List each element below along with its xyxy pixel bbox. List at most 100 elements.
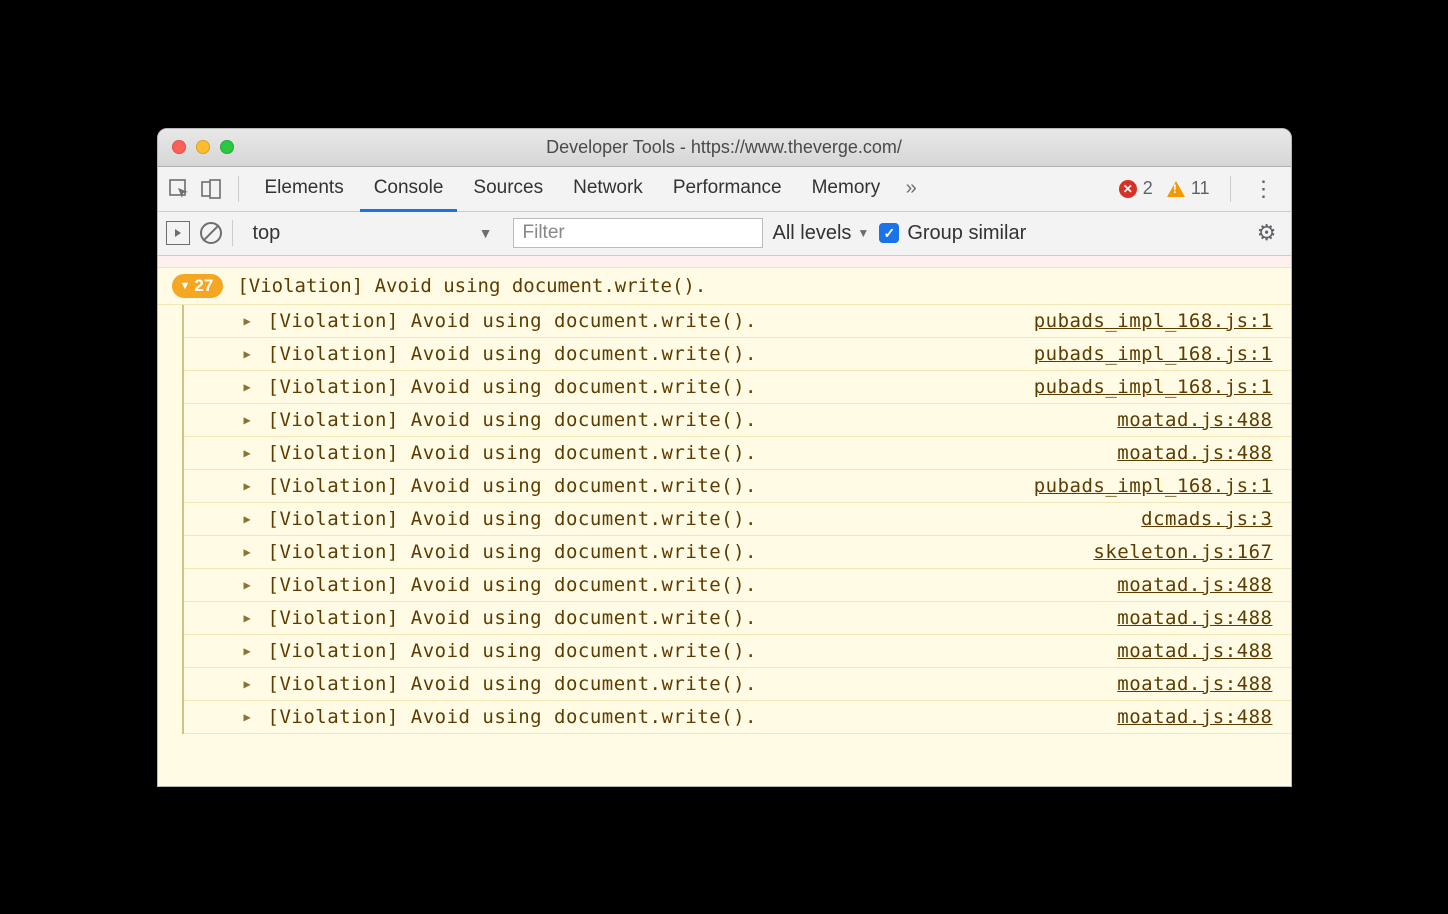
tab-memory[interactable]: Memory: [798, 167, 895, 212]
group-summary: [Violation] Avoid using document.write()…: [237, 275, 706, 297]
log-entry: ▶ [Violation] Avoid using document.write…: [184, 437, 1291, 470]
log-entry: ▶ [Violation] Avoid using document.write…: [184, 569, 1291, 602]
traffic-lights: [172, 140, 234, 154]
log-entry: ▶ [Violation] Avoid using document.write…: [184, 602, 1291, 635]
log-source-link[interactable]: pubads_impl_168.js:1: [1034, 343, 1273, 365]
log-message: [Violation] Avoid using document.write()…: [268, 541, 1084, 563]
disclosure-triangle-icon[interactable]: ▶: [244, 578, 258, 592]
log-entry: ▶ [Violation] Avoid using document.write…: [184, 338, 1291, 371]
disclosure-triangle-icon[interactable]: ▶: [244, 413, 258, 427]
disclosure-triangle-icon[interactable]: ▶: [244, 545, 258, 559]
tab-network[interactable]: Network: [559, 167, 657, 212]
log-entry: ▶ [Violation] Avoid using document.write…: [184, 668, 1291, 701]
disclosure-triangle-icon[interactable]: ▶: [244, 347, 258, 361]
log-entry: ▶ [Violation] Avoid using document.write…: [184, 635, 1291, 668]
chevron-down-icon: ▼: [857, 226, 869, 240]
log-group-header[interactable]: ▼ 27 [Violation] Avoid using document.wr…: [158, 268, 1291, 305]
error-icon: ✕: [1119, 180, 1137, 198]
log-message: [Violation] Avoid using document.write()…: [268, 376, 1024, 398]
context-label: top: [253, 222, 281, 245]
log-message: [Violation] Avoid using document.write()…: [268, 706, 1108, 728]
tab-elements[interactable]: Elements: [251, 167, 358, 212]
chevron-down-icon: ▼: [180, 280, 191, 292]
log-message: [Violation] Avoid using document.write()…: [268, 673, 1108, 695]
separator: [1230, 176, 1231, 202]
log-message: [Violation] Avoid using document.write()…: [268, 409, 1108, 431]
execution-context-selector[interactable]: top ▼: [243, 218, 503, 248]
log-entry: ▶ [Violation] Avoid using document.write…: [184, 404, 1291, 437]
error-count: 2: [1143, 178, 1153, 199]
warning-icon: [1167, 181, 1185, 197]
clear-console-icon[interactable]: [200, 222, 222, 244]
disclosure-triangle-icon[interactable]: ▶: [244, 611, 258, 625]
panel-tabbar: Elements Console Sources Network Perform…: [158, 167, 1291, 212]
disclosure-triangle-icon[interactable]: ▶: [244, 677, 258, 691]
error-strip: [158, 256, 1291, 268]
zoom-window-button[interactable]: [220, 140, 234, 154]
log-entry: ▶ [Violation] Avoid using document.write…: [184, 371, 1291, 404]
disclosure-triangle-icon[interactable]: ▶: [244, 380, 258, 394]
group-similar-toggle[interactable]: ✓ Group similar: [879, 222, 1026, 245]
log-entry: ▶ [Violation] Avoid using document.write…: [184, 701, 1291, 734]
log-source-link[interactable]: moatad.js:488: [1117, 409, 1272, 431]
levels-label: All levels: [773, 222, 852, 245]
log-source-link[interactable]: moatad.js:488: [1117, 574, 1272, 596]
log-entry: ▶ [Violation] Avoid using document.write…: [184, 503, 1291, 536]
console-toolbar: top ▼ All levels ▼ ✓ Group similar ⚙: [158, 212, 1291, 256]
log-source-link[interactable]: skeleton.js:167: [1093, 541, 1272, 563]
group-count-pill: ▼ 27: [172, 274, 224, 298]
log-source-link[interactable]: moatad.js:488: [1117, 607, 1272, 629]
log-levels-selector[interactable]: All levels ▼: [773, 222, 870, 245]
log-group-body: ▶ [Violation] Avoid using document.write…: [182, 305, 1291, 734]
log-message: [Violation] Avoid using document.write()…: [268, 475, 1024, 497]
log-entry: ▶ [Violation] Avoid using document.write…: [184, 305, 1291, 338]
log-message: [Violation] Avoid using document.write()…: [268, 310, 1024, 332]
log-source-link[interactable]: moatad.js:488: [1117, 640, 1272, 662]
log-message: [Violation] Avoid using document.write()…: [268, 640, 1108, 662]
disclosure-triangle-icon[interactable]: ▶: [244, 479, 258, 493]
checkbox-checked-icon: ✓: [879, 223, 899, 243]
group-count: 27: [194, 276, 213, 296]
disclosure-triangle-icon[interactable]: ▶: [244, 710, 258, 724]
titlebar: Developer Tools - https://www.theverge.c…: [158, 129, 1291, 167]
minimize-window-button[interactable]: [196, 140, 210, 154]
tab-console[interactable]: Console: [360, 167, 458, 212]
group-similar-label: Group similar: [907, 222, 1026, 245]
more-tabs-icon[interactable]: »: [896, 174, 926, 204]
disclosure-triangle-icon[interactable]: ▶: [244, 314, 258, 328]
issue-counts[interactable]: ✕ 2 11: [1119, 178, 1218, 199]
log-source-link[interactable]: pubads_impl_168.js:1: [1034, 376, 1273, 398]
log-source-link[interactable]: moatad.js:488: [1117, 442, 1272, 464]
log-message: [Violation] Avoid using document.write()…: [268, 343, 1024, 365]
separator: [232, 220, 233, 246]
close-window-button[interactable]: [172, 140, 186, 154]
devtools-window: Developer Tools - https://www.theverge.c…: [157, 128, 1292, 787]
log-message: [Violation] Avoid using document.write()…: [268, 607, 1108, 629]
device-toolbar-icon[interactable]: [196, 174, 226, 204]
log-entry: ▶ [Violation] Avoid using document.write…: [184, 536, 1291, 569]
inspect-element-icon[interactable]: [164, 174, 194, 204]
console-settings-icon[interactable]: ⚙: [1257, 220, 1283, 246]
window-title: Developer Tools - https://www.theverge.c…: [158, 137, 1291, 158]
filter-input[interactable]: [513, 218, 763, 248]
tab-sources[interactable]: Sources: [459, 167, 557, 212]
log-source-link[interactable]: pubads_impl_168.js:1: [1034, 475, 1273, 497]
chevron-down-icon: ▼: [479, 225, 493, 241]
console-log-area: ▼ 27 [Violation] Avoid using document.wr…: [158, 256, 1291, 786]
separator: [238, 176, 239, 202]
log-source-link[interactable]: dcmads.js:3: [1141, 508, 1272, 530]
tab-performance[interactable]: Performance: [659, 167, 796, 212]
log-entry: ▶ [Violation] Avoid using document.write…: [184, 470, 1291, 503]
disclosure-triangle-icon[interactable]: ▶: [244, 644, 258, 658]
warning-count: 11: [1191, 178, 1210, 199]
log-source-link[interactable]: pubads_impl_168.js:1: [1034, 310, 1273, 332]
log-message: [Violation] Avoid using document.write()…: [268, 508, 1132, 530]
disclosure-triangle-icon[interactable]: ▶: [244, 446, 258, 460]
disclosure-triangle-icon[interactable]: ▶: [244, 512, 258, 526]
log-message: [Violation] Avoid using document.write()…: [268, 442, 1108, 464]
log-source-link[interactable]: moatad.js:488: [1117, 673, 1272, 695]
log-source-link[interactable]: moatad.js:488: [1117, 706, 1272, 728]
log-message: [Violation] Avoid using document.write()…: [268, 574, 1108, 596]
toggle-sidebar-icon[interactable]: [166, 221, 190, 245]
settings-menu-icon[interactable]: ⋮: [1243, 176, 1285, 202]
